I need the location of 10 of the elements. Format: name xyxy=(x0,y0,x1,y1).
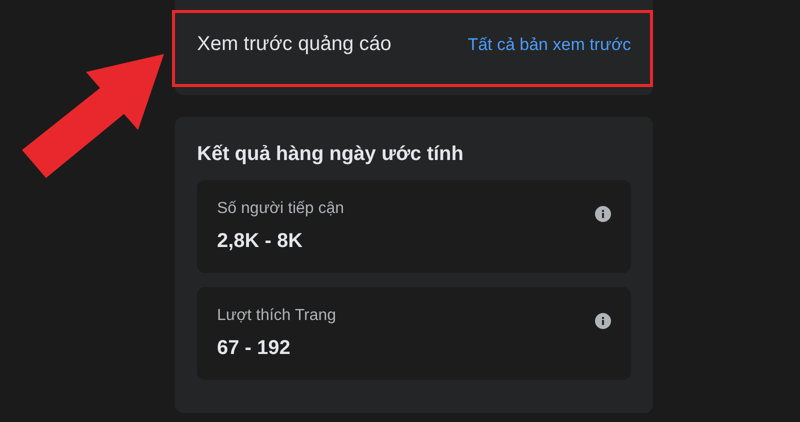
metric-value: 2,8K - 8K xyxy=(217,230,304,253)
metric-label: Số người tiếp cận xyxy=(217,200,344,218)
arrow-icon xyxy=(22,52,166,180)
preview-title: Xem trước quảng cáo xyxy=(197,33,392,56)
info-icon[interactable] xyxy=(595,313,611,329)
metric-label: Lượt thích Trang xyxy=(217,307,336,325)
all-previews-link[interactable]: Tất cả bản xem trước xyxy=(468,34,631,54)
metric-value: 67 - 192 xyxy=(217,337,292,360)
results-title: Kết quả hàng ngày ước tính xyxy=(197,143,464,166)
info-icon[interactable] xyxy=(595,206,611,222)
